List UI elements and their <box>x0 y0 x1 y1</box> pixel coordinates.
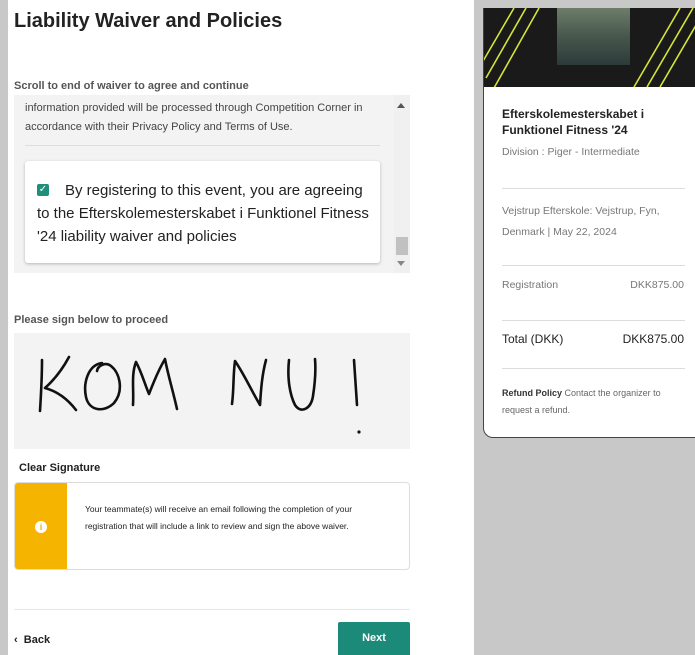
event-location: Vejstrup Efterskole: Vejstrup, Fyn, Denm… <box>502 205 660 238</box>
scrollbar-thumb[interactable] <box>396 237 408 255</box>
event-photo <box>557 8 630 65</box>
waiver-scroll-area[interactable]: information provided will be processed t… <box>14 95 410 273</box>
scroll-up-arrow-icon[interactable] <box>397 103 405 108</box>
alert-strip: i <box>15 483 67 569</box>
chevron-left-icon: ‹ <box>14 634 18 646</box>
divider <box>14 609 410 610</box>
back-label: Back <box>23 634 51 646</box>
event-division: Division : Piger - Intermediate <box>502 146 640 158</box>
next-button[interactable]: Next <box>338 622 410 655</box>
divider <box>502 368 685 369</box>
event-name: Efterskolemesterskabet i Funktionel Fitn… <box>502 107 645 137</box>
divider <box>502 265 685 266</box>
page-title: Liability Waiver and Policies <box>14 10 283 32</box>
teammate-info-alert: i Your teammate(s) will receive an email… <box>14 482 410 570</box>
registration-label: Registration <box>502 279 559 291</box>
waiver-text: information provided will be processed t… <box>25 102 363 133</box>
refund-title: Refund Policy <box>502 388 563 398</box>
divider <box>502 320 685 321</box>
signature-drawing <box>38 355 361 434</box>
waiver-scrollbar[interactable] <box>394 95 410 273</box>
refund-policy: Refund Policy Contact the organizer to r… <box>502 385 692 419</box>
info-icon: i <box>35 521 47 533</box>
registration-panel: Liability Waiver and Policies Scroll to … <box>8 0 474 655</box>
clear-signature-button[interactable]: Clear Signature <box>19 462 100 474</box>
scroll-down-arrow-icon[interactable] <box>397 261 405 266</box>
alert-text: Your teammate(s) will receive an email f… <box>85 504 353 531</box>
signature-label: Please sign below to proceed <box>14 314 169 326</box>
total-label: Total (DKK) <box>502 332 564 346</box>
total-amount: DKK875.00 <box>622 332 684 346</box>
event-image <box>484 8 695 87</box>
signature-pad[interactable] <box>14 333 410 449</box>
order-summary-card: Efterskolemesterskabet i Funktionel Fitn… <box>483 8 695 438</box>
registration-amount: DKK875.00 <box>630 279 684 291</box>
scroll-hint: Scroll to end of waiver to agree and con… <box>14 80 249 92</box>
divider <box>502 188 685 189</box>
divider <box>25 145 380 146</box>
agree-card: ✓ By registering to this event, you are … <box>25 161 380 263</box>
back-button[interactable]: ‹ Back <box>14 634 50 646</box>
agree-text: By registering to this event, you are ag… <box>37 182 369 245</box>
